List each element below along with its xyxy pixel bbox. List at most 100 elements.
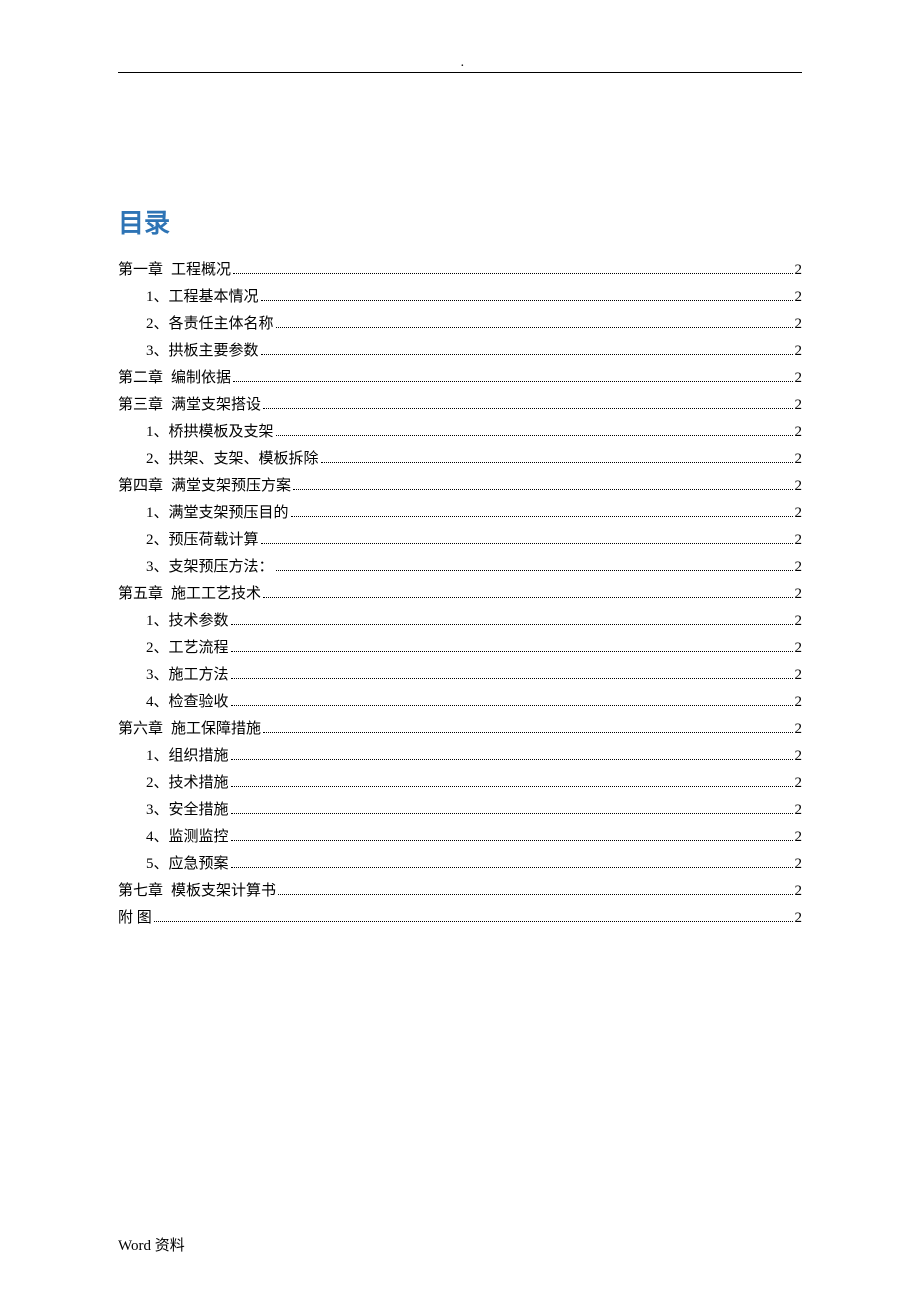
toc-entry-leader <box>263 399 792 410</box>
toc-entry-leader <box>263 588 792 599</box>
toc-entry-page: 2 <box>795 771 803 795</box>
toc-entry-page: 2 <box>795 825 803 849</box>
toc-entry-label: 第七章 <box>118 879 163 903</box>
toc-entry-text: 预压荷载计算 <box>169 528 259 552</box>
toc-entry[interactable]: 第七章模板支架计算书2 <box>118 879 802 903</box>
footer-text: Word 资料 <box>118 1234 185 1255</box>
toc-entry-text: 施工保障措施 <box>171 717 261 741</box>
toc-entry-text: 满堂支架预压方案 <box>171 474 291 498</box>
toc-entry-leader <box>291 507 793 518</box>
toc-entry-text: 拱架、支架、模板拆除 <box>169 447 319 471</box>
toc-entry-page: 2 <box>795 717 803 741</box>
toc-entry-text: 满堂支架预压目的 <box>169 501 289 525</box>
toc-entry[interactable]: 1、工程基本情况 2 <box>118 285 802 309</box>
toc-entry-text: 编制依据 <box>171 366 231 390</box>
toc-entry-leader <box>278 885 792 896</box>
toc-entry-text: 技术措施 <box>169 771 229 795</box>
toc-entry-text: 施工方法 <box>169 663 229 687</box>
toc-entry[interactable]: 第六章施工保障措施 2 <box>118 717 802 741</box>
toc-entry-leader <box>231 642 793 653</box>
toc-entry-leader <box>276 318 793 329</box>
toc-entry[interactable]: 1、桥拱模板及支架2 <box>118 420 802 444</box>
toc-entry[interactable]: 3、安全措施2 <box>118 798 802 822</box>
toc-entry[interactable]: 第四章满堂支架预压方案 2 <box>118 474 802 498</box>
toc-title: 目录 <box>118 203 802 240</box>
toc-entry-leader <box>261 291 793 302</box>
toc-entry[interactable]: 3、拱板主要参数2 <box>118 339 802 363</box>
toc-entry-text: 组织措施 <box>169 744 229 768</box>
toc-entry-label: 2、 <box>146 528 169 552</box>
toc-entry[interactable]: 第三章满堂支架搭设2 <box>118 393 802 417</box>
toc-entry[interactable]: 3、支架预压方法：2 <box>118 555 802 579</box>
toc-entry-page: 2 <box>795 474 803 498</box>
toc-entry-leader <box>276 561 793 572</box>
toc-entry-label: 2、 <box>146 771 169 795</box>
toc-entry-label: 4、 <box>146 825 169 849</box>
header-rule <box>118 72 802 73</box>
toc-entry-page: 2 <box>795 258 803 282</box>
toc-entry[interactable]: 2、工艺流程2 <box>118 636 802 660</box>
toc-entry-text: 桥拱模板及支架 <box>169 420 274 444</box>
toc-entry-leader <box>231 804 793 815</box>
toc-entry-label: 4、 <box>146 690 169 714</box>
toc-entry-label: 3、 <box>146 663 169 687</box>
toc-entry-label: 2、 <box>146 447 169 471</box>
toc-entry[interactable]: 5、应急预案2 <box>118 852 802 876</box>
toc-entry-label: 3、 <box>146 798 169 822</box>
toc-entry-page: 2 <box>795 852 803 876</box>
toc-entry[interactable]: 附 图 2 <box>118 906 802 930</box>
toc-entry-page: 2 <box>795 744 803 768</box>
table-of-contents: 第一章工程概况21、工程基本情况22、各责任主体名称23、拱板主要参数2第二章编… <box>118 258 802 930</box>
toc-entry[interactable]: 2、技术措施 2 <box>118 771 802 795</box>
toc-entry-leader <box>231 777 793 788</box>
toc-entry-leader <box>321 453 793 464</box>
toc-entry-page: 2 <box>795 690 803 714</box>
toc-entry-text: 工程基本情况 <box>169 285 259 309</box>
toc-entry-leader <box>231 831 793 842</box>
toc-entry[interactable]: 第一章工程概况2 <box>118 258 802 282</box>
toc-entry-label: 2、 <box>146 636 169 660</box>
toc-entry-label: 1、 <box>146 420 169 444</box>
toc-entry-page: 2 <box>795 312 803 336</box>
toc-entry[interactable]: 3、施工方法2 <box>118 663 802 687</box>
toc-entry-label: 第二章 <box>118 366 163 390</box>
toc-entry-page: 2 <box>795 339 803 363</box>
toc-entry[interactable]: 4、检查验收2 <box>118 690 802 714</box>
toc-entry-label: 第四章 <box>118 474 163 498</box>
toc-entry-label: 1、 <box>146 744 169 768</box>
toc-entry[interactable]: 第二章编制依据 2 <box>118 366 802 390</box>
toc-entry[interactable]: 2、预压荷载计算2 <box>118 528 802 552</box>
toc-entry-label: 2、 <box>146 312 169 336</box>
toc-entry-text: 各责任主体名称 <box>169 312 274 336</box>
toc-entry[interactable]: 2、拱架、支架、模板拆除2 <box>118 447 802 471</box>
toc-entry-leader <box>293 480 792 491</box>
toc-entry-leader <box>231 615 793 626</box>
toc-entry-label: 第五章 <box>118 582 163 606</box>
toc-entry-leader <box>233 264 792 275</box>
toc-entry[interactable]: 1、满堂支架预压目的2 <box>118 501 802 525</box>
toc-entry-page: 2 <box>795 636 803 660</box>
document-page: 目录 第一章工程概况21、工程基本情况22、各责任主体名称23、拱板主要参数2第… <box>0 0 920 1302</box>
toc-entry-text: 监测监控 <box>169 825 229 849</box>
toc-entry-page: 2 <box>795 582 803 606</box>
toc-entry[interactable]: 1、技术参数2 <box>118 609 802 633</box>
toc-entry-label: 第一章 <box>118 258 163 282</box>
toc-entry[interactable]: 2、各责任主体名称 2 <box>118 312 802 336</box>
toc-entry-page: 2 <box>795 393 803 417</box>
toc-entry-label: 1、 <box>146 501 169 525</box>
toc-entry-page: 2 <box>795 366 803 390</box>
toc-entry-label: 1、 <box>146 285 169 309</box>
toc-entry[interactable]: 1、组织措施 2 <box>118 744 802 768</box>
toc-entry[interactable]: 第五章施工工艺技术2 <box>118 582 802 606</box>
toc-entry-page: 2 <box>795 906 803 930</box>
toc-entry-page: 2 <box>795 285 803 309</box>
toc-entry-page: 2 <box>795 555 803 579</box>
toc-entry-label: 附 图 <box>118 906 152 930</box>
toc-entry-leader <box>261 534 793 545</box>
toc-entry-label: 第六章 <box>118 717 163 741</box>
toc-entry-text: 满堂支架搭设 <box>171 393 261 417</box>
toc-entry-text: 拱板主要参数 <box>169 339 259 363</box>
toc-entry-label: 3、 <box>146 555 169 579</box>
toc-entry-page: 2 <box>795 879 803 903</box>
toc-entry[interactable]: 4、监测监控 2 <box>118 825 802 849</box>
